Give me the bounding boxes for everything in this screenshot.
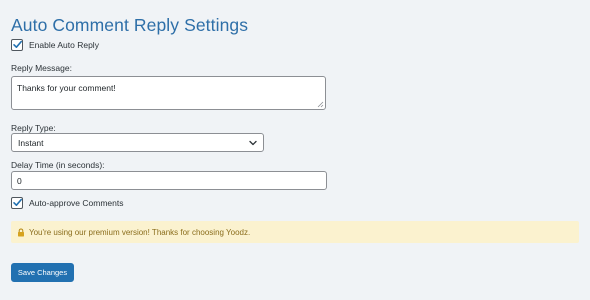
checkmark-icon xyxy=(13,40,22,48)
enable-auto-reply-checkbox[interactable] xyxy=(11,39,23,51)
save-changes-button[interactable]: Save Changes xyxy=(11,263,74,282)
delay-time-label: Delay Time (in seconds): xyxy=(11,160,105,170)
reply-type-selected-value: Instant xyxy=(18,137,44,148)
enable-auto-reply-row[interactable]: Enable Auto Reply xyxy=(11,38,99,52)
reply-type-label: Reply Type: xyxy=(11,123,56,133)
premium-notice: You're using our premium version! Thanks… xyxy=(11,221,579,243)
reply-message-value: Thanks for your comment! xyxy=(17,83,116,93)
resize-grip-icon[interactable] xyxy=(317,101,324,108)
reply-message-textarea[interactable]: Thanks for your comment! xyxy=(11,76,326,110)
auto-approve-row[interactable]: Auto-approve Comments xyxy=(11,196,124,210)
premium-notice-text: You're using our premium version! Thanks… xyxy=(29,227,251,237)
auto-approve-checkbox[interactable] xyxy=(11,197,23,209)
checkmark-icon xyxy=(13,198,22,206)
delay-time-value: 0 xyxy=(17,175,22,186)
delay-time-input[interactable]: 0 xyxy=(11,171,327,190)
auto-approve-label: Auto-approve Comments xyxy=(29,198,124,208)
page-title: Auto Comment Reply Settings xyxy=(11,15,249,35)
lock-icon xyxy=(17,228,25,237)
enable-auto-reply-label: Enable Auto Reply xyxy=(29,40,99,50)
reply-type-select[interactable]: Instant xyxy=(11,133,264,152)
settings-page: Auto Comment Reply Settings Enable Auto … xyxy=(0,0,590,300)
chevron-down-icon xyxy=(249,140,257,145)
reply-message-label: Reply Message: xyxy=(11,63,72,73)
